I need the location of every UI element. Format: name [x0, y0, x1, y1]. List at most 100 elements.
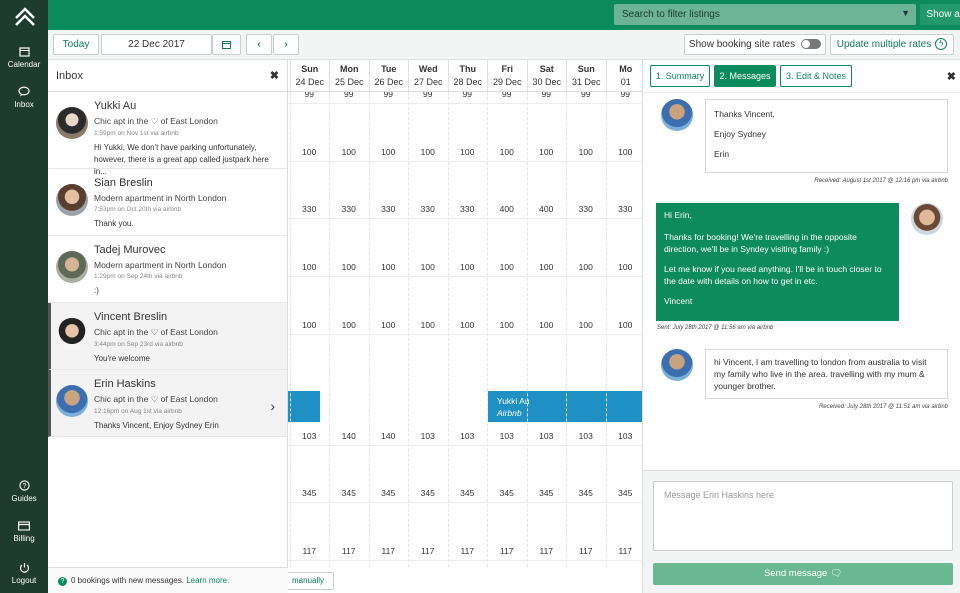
rate-cell[interactable]: 100 [566, 320, 606, 330]
rate-cell[interactable]: 100 [369, 262, 409, 272]
rate-cell[interactable]: 100 [527, 262, 567, 272]
rate-cell[interactable]: 103 [606, 431, 643, 441]
rate-cell[interactable]: 117 [527, 546, 567, 556]
rate-cell[interactable]: 99 [487, 92, 527, 99]
next-button[interactable]: › [273, 34, 299, 55]
rate-cell[interactable]: 330 [606, 204, 643, 214]
rate-cell[interactable]: 100 [290, 262, 330, 272]
rate-cell[interactable]: 103 [408, 431, 448, 441]
rate-cell[interactable]: 100 [606, 320, 643, 330]
rate-cell[interactable]: 100 [606, 147, 643, 157]
rate-cell[interactable]: 117 [369, 546, 409, 556]
manual-button[interactable]: manually [282, 572, 334, 590]
close-icon[interactable]: ✖ [270, 69, 279, 82]
rate-cell[interactable]: 100 [329, 147, 369, 157]
rate-cell[interactable]: 117 [290, 546, 330, 556]
rate-cell[interactable]: 103 [566, 431, 606, 441]
rate-cell[interactable]: 345 [487, 488, 527, 498]
listing-search-input[interactable]: Search to filter listings ▼ [614, 4, 916, 25]
rate-cell[interactable]: 100 [487, 147, 527, 157]
prev-button[interactable]: ‹ [246, 34, 272, 55]
rate-cell[interactable]: 99 [527, 92, 567, 99]
rate-cell[interactable]: 100 [329, 262, 369, 272]
show-all-listings-button[interactable]: Show all listings [920, 4, 960, 25]
nav-inbox[interactable]: Inbox [0, 86, 48, 109]
rate-cell[interactable]: 345 [448, 488, 488, 498]
rate-cell[interactable]: 117 [606, 546, 643, 556]
rate-cell[interactable]: 400 [527, 204, 567, 214]
rate-cell[interactable]: 117 [408, 546, 448, 556]
inbox-message-item[interactable]: Vincent Breslin Chic apt in the ♡ of East… [48, 303, 287, 370]
rate-cell[interactable]: 99 [290, 92, 330, 99]
tab-edit-notes[interactable]: 3. Edit & Notes [780, 65, 852, 87]
rate-cell[interactable]: 103 [487, 431, 527, 441]
rate-cell[interactable]: 99 [369, 92, 409, 99]
rate-cell[interactable]: 345 [408, 488, 448, 498]
send-message-button[interactable]: Send message 🗨 [653, 563, 953, 585]
rate-cell[interactable]: 100 [566, 147, 606, 157]
rate-cell[interactable]: 100 [487, 320, 527, 330]
nav-calendar[interactable]: Calendar [0, 46, 48, 69]
rate-cell[interactable]: 330 [408, 204, 448, 214]
booking-bar-yukki[interactable]: Yukki Au Airbnb [488, 391, 642, 422]
rate-cell[interactable]: 99 [606, 92, 643, 99]
rate-cell[interactable]: 100 [448, 147, 488, 157]
inbox-message-item[interactable]: Sian Breslin Modern apartment in North Lo… [48, 169, 287, 236]
rate-cell[interactable]: 345 [290, 488, 330, 498]
message-input[interactable]: Message Erin Haskins here [653, 481, 953, 551]
rate-cell[interactable]: 103 [527, 431, 567, 441]
nav-billing[interactable]: Billing [0, 521, 48, 543]
rate-cell[interactable]: 100 [408, 147, 448, 157]
rate-cell[interactable]: 100 [408, 320, 448, 330]
rate-cell[interactable]: 100 [408, 262, 448, 272]
rate-cell[interactable]: 103 [448, 431, 488, 441]
rate-cell[interactable]: 100 [448, 320, 488, 330]
tab-messages[interactable]: 2. Messages [714, 65, 776, 87]
booking-bar-left[interactable] [288, 391, 320, 422]
rate-cell[interactable]: 345 [606, 488, 643, 498]
inbox-message-item[interactable]: Tadej Murovec Modern apartment in North L… [48, 236, 287, 303]
rate-cell[interactable]: 140 [329, 431, 369, 441]
tab-summary[interactable]: 1. Summary [650, 65, 710, 87]
rate-cell[interactable]: 345 [329, 488, 369, 498]
rate-cell[interactable]: 100 [527, 320, 567, 330]
rate-cell[interactable]: 99 [566, 92, 606, 99]
close-icon[interactable]: ✖ [947, 70, 956, 83]
date-picker-button[interactable] [212, 34, 241, 55]
toggle-switch[interactable] [801, 39, 822, 50]
inbox-message-item[interactable]: Yukki Au Chic apt in the ♡ of East London… [48, 92, 287, 176]
rate-cell[interactable]: 117 [487, 546, 527, 556]
rate-cell[interactable]: 345 [369, 488, 409, 498]
rate-cell[interactable]: 345 [566, 488, 606, 498]
rate-cell[interactable]: 117 [329, 546, 369, 556]
chevron-right-icon[interactable]: › [270, 398, 275, 414]
rate-cell[interactable]: 400 [487, 204, 527, 214]
rate-cell[interactable]: 100 [329, 320, 369, 330]
show-booking-site-rates-toggle[interactable]: Show booking site rates [684, 34, 826, 55]
rate-cell[interactable]: 117 [448, 546, 488, 556]
rate-cell[interactable]: 100 [487, 262, 527, 272]
rate-cell[interactable]: 100 [606, 262, 643, 272]
rate-cell[interactable]: 99 [408, 92, 448, 99]
update-multiple-rates-button[interactable]: Update multiple rates ϟ [830, 34, 954, 55]
rate-cell[interactable]: 330 [369, 204, 409, 214]
logo-icon[interactable] [14, 6, 36, 28]
rate-cell[interactable]: 100 [369, 320, 409, 330]
rate-cell[interactable]: 103 [290, 431, 330, 441]
rate-cell[interactable]: 100 [290, 147, 330, 157]
rate-cell[interactable]: 100 [566, 262, 606, 272]
rate-cell[interactable]: 345 [527, 488, 567, 498]
rate-cell[interactable]: 330 [329, 204, 369, 214]
nav-guides[interactable]: ? Guides [0, 480, 48, 503]
rate-cell[interactable]: 100 [448, 262, 488, 272]
rate-cell[interactable]: 330 [566, 204, 606, 214]
learn-more-link[interactable]: Learn more. [186, 576, 229, 585]
rate-cell[interactable]: 99 [448, 92, 488, 99]
rate-cell[interactable]: 99 [329, 92, 369, 99]
rate-cell[interactable]: 100 [527, 147, 567, 157]
today-button[interactable]: Today [53, 34, 99, 55]
rate-cell[interactable]: 140 [369, 431, 409, 441]
rate-cell[interactable]: 330 [448, 204, 488, 214]
dropdown-caret-icon[interactable]: ▼ [901, 8, 910, 18]
rate-cell[interactable]: 100 [369, 147, 409, 157]
